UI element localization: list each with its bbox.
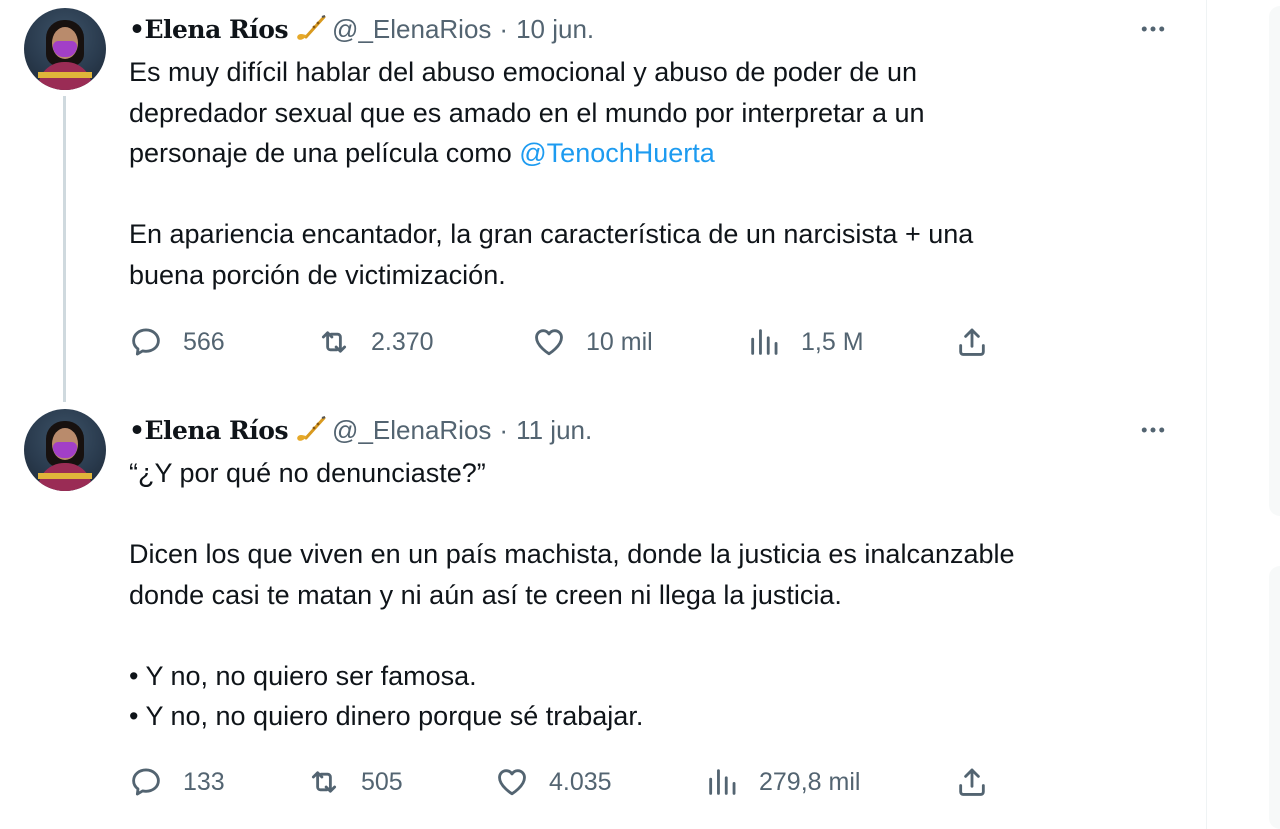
reply-count: 133 xyxy=(183,767,225,796)
like-icon xyxy=(495,765,529,799)
saxophone-emoji-icon xyxy=(294,416,326,444)
reply-count: 566 xyxy=(183,327,225,356)
share-button[interactable] xyxy=(955,762,989,802)
retweet-button[interactable]: 2.370 xyxy=(317,322,434,362)
like-count: 10 mil xyxy=(586,327,653,356)
retweet-icon xyxy=(307,765,341,799)
views-button[interactable]: 279,8 mil xyxy=(705,762,860,802)
retweet-icon xyxy=(317,325,351,359)
view-count: 279,8 mil xyxy=(759,767,861,796)
more-icon[interactable] xyxy=(1135,415,1171,445)
retweet-button[interactable]: 505 xyxy=(307,762,403,802)
retweet-count: 2.370 xyxy=(371,327,434,356)
author-name[interactable]: •Elena Ríos xyxy=(129,416,289,445)
share-icon xyxy=(955,325,989,359)
text-segment: personaje de una película como xyxy=(129,138,520,168)
text-line: En apariencia encantador, la gran caract… xyxy=(129,219,974,249)
like-icon xyxy=(532,325,566,359)
action-bar: 566 2.370 10 mil 1,5 M xyxy=(129,322,1009,362)
text-line: • Y no, no quiero dinero porque sé traba… xyxy=(129,701,644,731)
tweet-text: Es muy difícil hablar del abuso emociona… xyxy=(129,52,1139,295)
tweet[interactable]: •Elena Ríos @_ElenaRios · 11 jun. “¿Y po… xyxy=(0,400,1206,829)
text-line: donde casi te matan y ni aún así te cree… xyxy=(129,579,842,610)
separator-dot: · xyxy=(499,13,509,44)
reply-button[interactable]: 133 xyxy=(129,762,225,802)
more-icon[interactable] xyxy=(1135,14,1171,44)
views-icon xyxy=(747,325,781,359)
sidebar-panel xyxy=(1269,566,1280,829)
views-button[interactable]: 1,5 M xyxy=(747,322,864,362)
avatar[interactable] xyxy=(24,409,106,491)
views-icon xyxy=(705,765,739,799)
text-line: personaje de una película como @TenochHu… xyxy=(129,133,1139,174)
reply-icon xyxy=(129,765,163,799)
text-line: buena porción de victimización. xyxy=(129,259,506,290)
tweet-header: •Elena Ríos @_ElenaRios · 11 jun. xyxy=(129,415,592,445)
tweet-text: “¿Y por qué no denunciaste?” Dicen los q… xyxy=(129,453,1139,737)
author-handle[interactable]: @_ElenaRios xyxy=(332,14,491,45)
text-line: • Y no, no quiero ser famosa. xyxy=(129,660,477,691)
tweet-date[interactable]: 10 jun. xyxy=(516,14,594,45)
right-sidebar xyxy=(1207,0,1280,829)
tweet-header: •Elena Ríos @_ElenaRios · 10 jun. xyxy=(129,14,594,44)
text-line: Es muy difícil hablar del abuso emociona… xyxy=(129,57,917,87)
like-button[interactable]: 10 mil xyxy=(532,322,653,362)
action-bar: 133 505 4.035 279,8 mil xyxy=(129,762,1009,802)
text-line: Dicen los que viven en un país machista,… xyxy=(129,539,1015,569)
avatar[interactable] xyxy=(24,8,106,90)
share-button[interactable] xyxy=(955,322,989,362)
tweet-date[interactable]: 11 jun. xyxy=(516,415,592,446)
text-line: “¿Y por qué no denunciaste?” xyxy=(129,458,486,488)
share-icon xyxy=(955,765,989,799)
timeline-feed: •Elena Ríos @_ElenaRios · 10 jun. Es muy… xyxy=(0,0,1207,829)
thread-connector xyxy=(63,96,66,402)
sidebar-panel xyxy=(1269,6,1280,516)
reply-icon xyxy=(129,325,163,359)
reply-button[interactable]: 566 xyxy=(129,322,225,362)
like-count: 4.035 xyxy=(549,767,612,796)
text-line: depredador sexual que es amado en el mun… xyxy=(129,97,925,128)
saxophone-emoji-icon xyxy=(294,15,326,43)
separator-dot: · xyxy=(499,414,509,445)
view-count: 1,5 M xyxy=(801,327,864,356)
mention-link[interactable]: @TenochHuerta xyxy=(519,138,715,168)
author-name[interactable]: •Elena Ríos xyxy=(129,15,289,44)
retweet-count: 505 xyxy=(361,767,403,796)
author-handle[interactable]: @_ElenaRios xyxy=(332,415,491,446)
like-button[interactable]: 4.035 xyxy=(495,762,612,802)
tweet[interactable]: •Elena Ríos @_ElenaRios · 10 jun. Es muy… xyxy=(0,0,1206,402)
